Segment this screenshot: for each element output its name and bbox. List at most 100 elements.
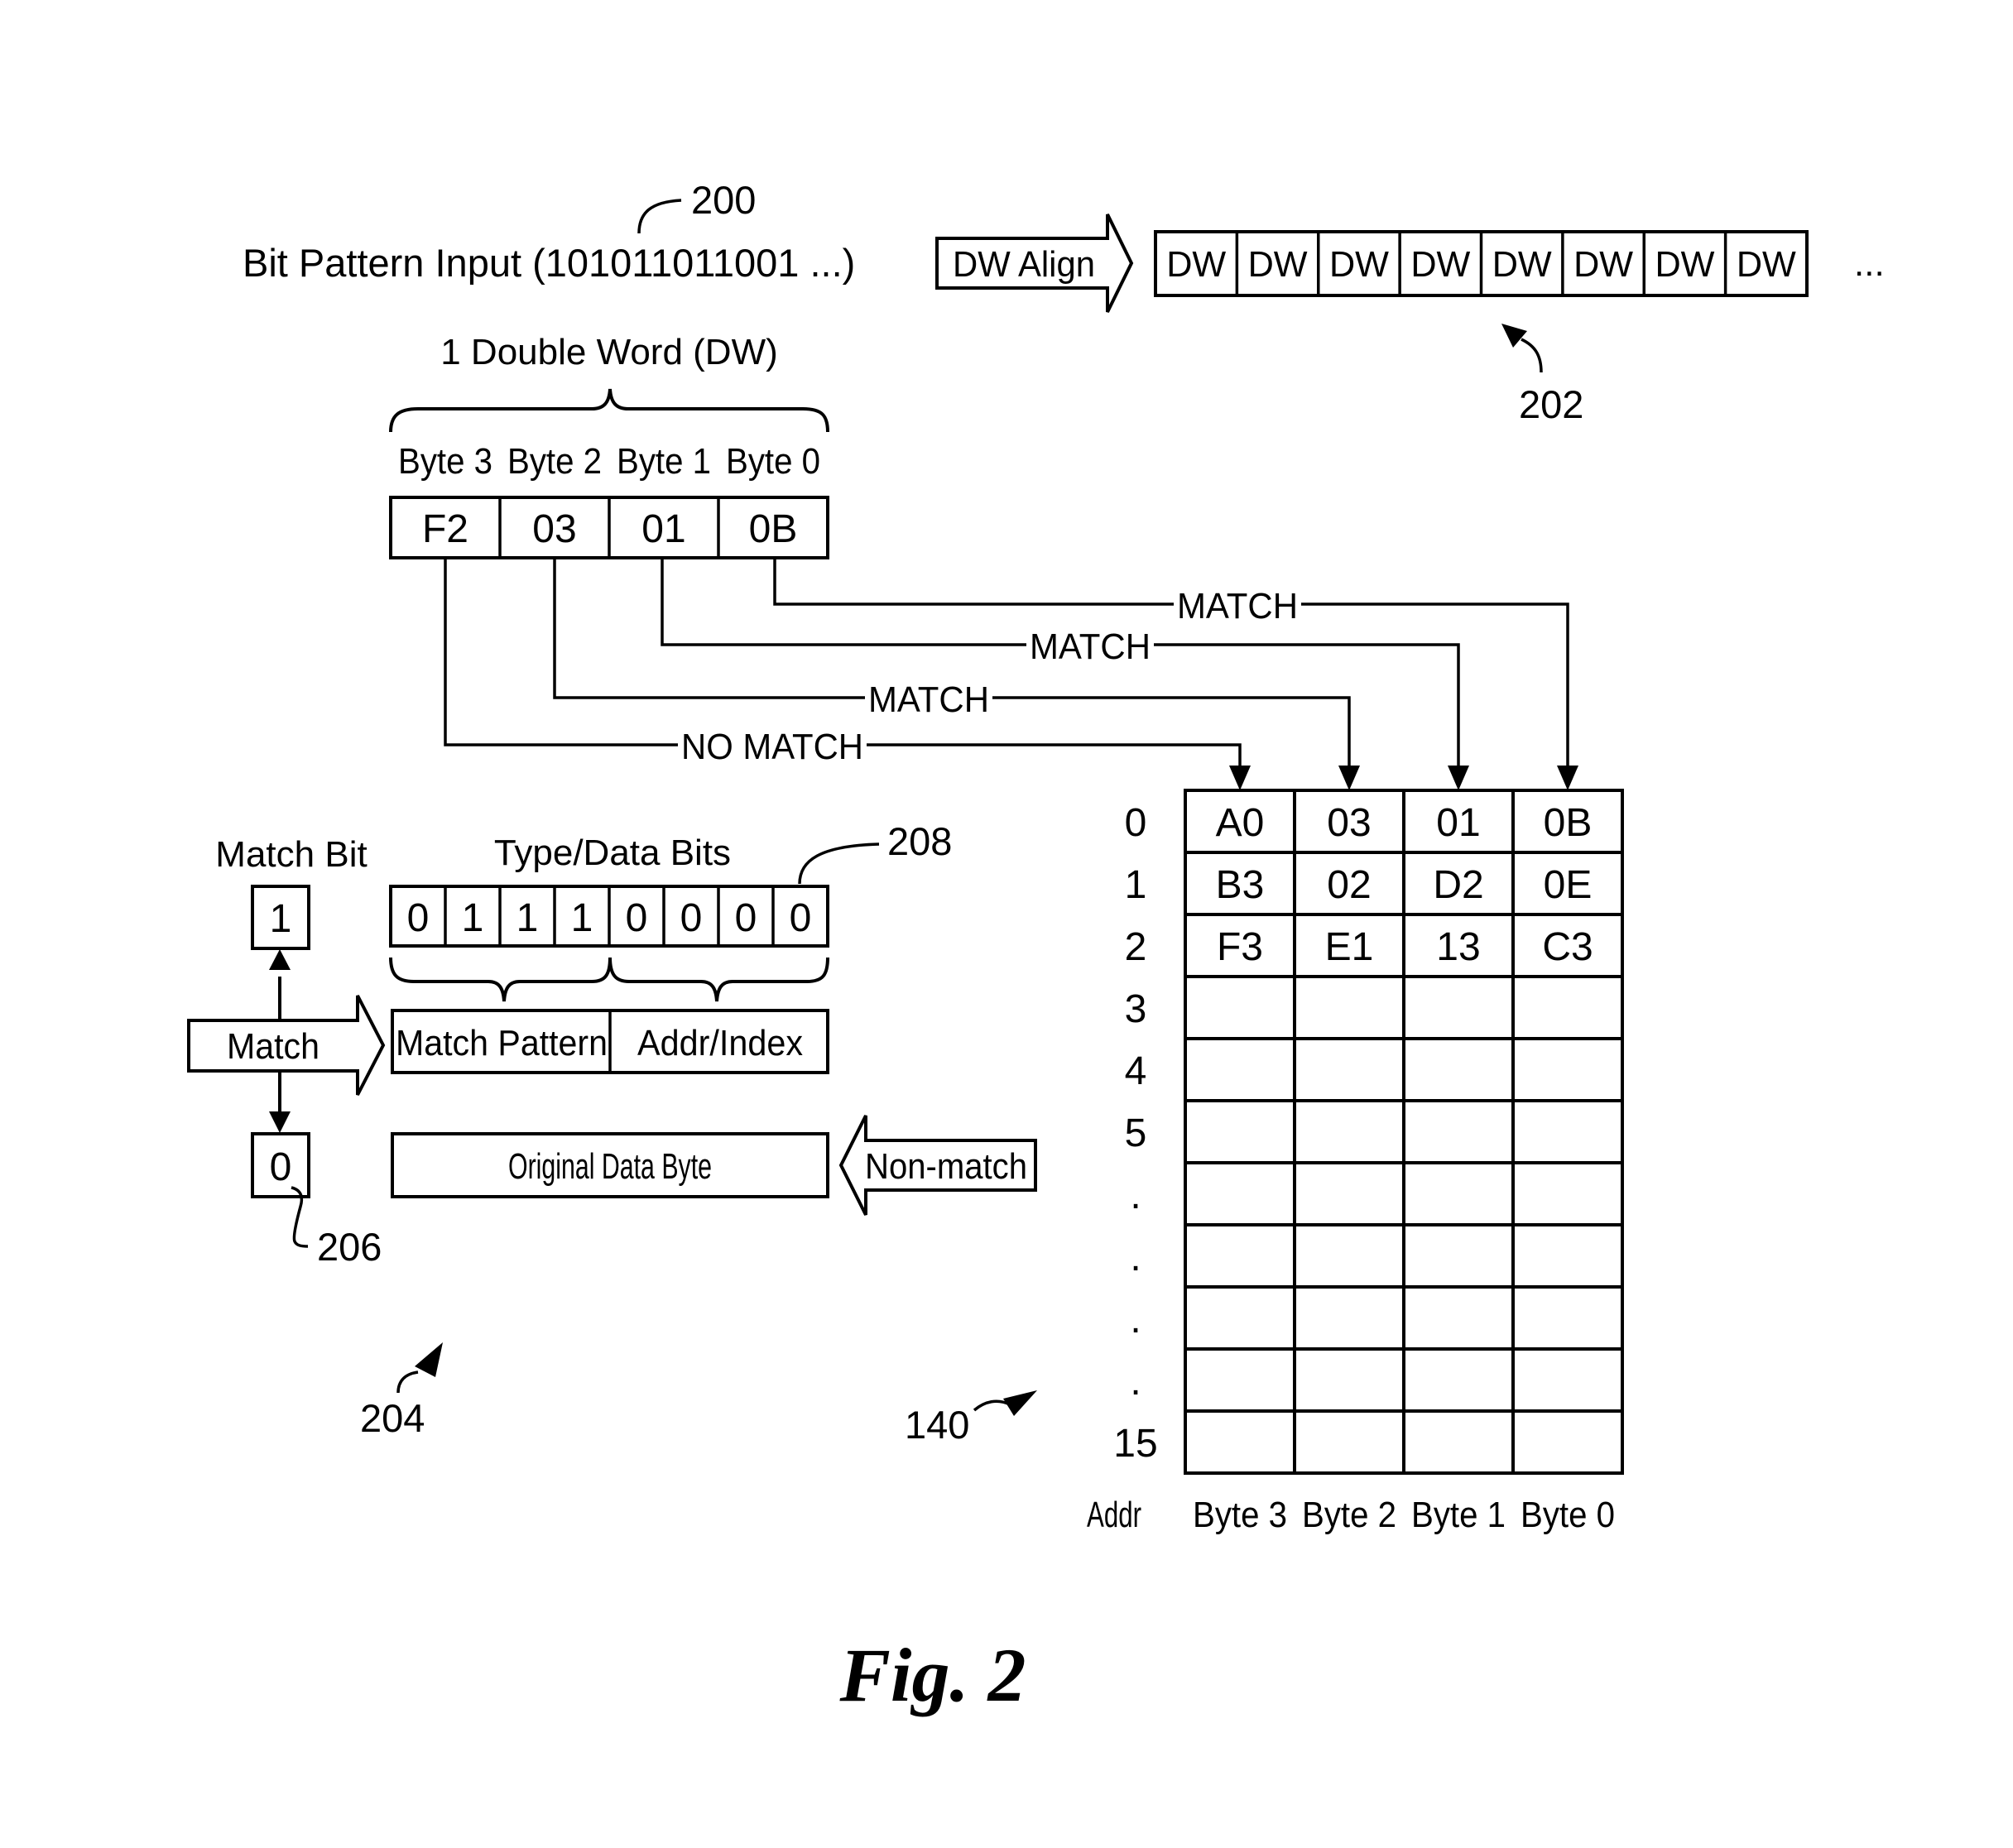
table-column-label: Byte 1 bbox=[1411, 1495, 1506, 1535]
table-row-label: . bbox=[1130, 1174, 1141, 1217]
match-result-label: MATCH bbox=[868, 679, 989, 720]
byte-label: Byte 1 bbox=[617, 441, 711, 482]
addr-index-brace bbox=[608, 957, 829, 1002]
connector-arrowhead-icon bbox=[1557, 766, 1578, 790]
match-arrow-label: Match bbox=[227, 1026, 319, 1067]
nonmatch-arrow-label: Non-match bbox=[865, 1146, 1027, 1187]
double-word-block: 1 Double Word (DW) Byte 3 Byte 2 Byte 1 Byt… bbox=[389, 332, 829, 559]
ref-204-label: 204 bbox=[360, 1396, 425, 1440]
table-row-label: 1 bbox=[1125, 863, 1147, 907]
up-arrowhead-icon bbox=[269, 949, 291, 970]
bit-value: 0 bbox=[407, 896, 430, 940]
table-row-label: 2 bbox=[1125, 925, 1147, 969]
match-result-label: MATCH bbox=[1177, 586, 1298, 626]
bit-value: 0 bbox=[626, 896, 648, 940]
table-cell: F3 bbox=[1217, 925, 1263, 969]
byte-value: 01 bbox=[641, 507, 685, 551]
table-cell: A0 bbox=[1216, 801, 1265, 845]
table-column-label: Addr bbox=[1087, 1495, 1141, 1535]
lookup-table: A0 03 01 0B B3 02 D2 0E F3 E1 13 C3 bbox=[1184, 789, 1624, 1475]
original-data-byte-label: Original Data Byte bbox=[508, 1146, 712, 1187]
byte-value: F2 bbox=[422, 507, 468, 551]
table-cell: D2 bbox=[1433, 863, 1483, 907]
table-cell: 02 bbox=[1327, 863, 1371, 907]
match-bit-title: Match Bit bbox=[215, 834, 367, 875]
ref-202-arrowhead-icon bbox=[1501, 324, 1527, 348]
bit-pattern-input: Bit Pattern Input (101011011001 ...) 200 bbox=[243, 178, 855, 285]
ref-202-leader bbox=[1521, 338, 1543, 373]
match-connector bbox=[773, 558, 1569, 770]
table-cell: C3 bbox=[1542, 925, 1593, 969]
ref-200-leader bbox=[637, 199, 682, 234]
ref-208-leader bbox=[798, 842, 880, 885]
dw-stream-continuation: ... bbox=[1854, 243, 1885, 284]
byte-label: Byte 0 bbox=[726, 441, 820, 482]
double-word-title: 1 Double Word (DW) bbox=[440, 332, 778, 372]
table-row-label: 15 bbox=[1113, 1422, 1157, 1466]
bit-value: 0 bbox=[790, 896, 812, 940]
bit-value: 1 bbox=[462, 896, 484, 940]
double-word-byte-labels: Byte 3 Byte 2 Byte 1 Byte 0 bbox=[398, 441, 820, 482]
match-result-label: MATCH bbox=[1030, 626, 1151, 667]
double-word-brace bbox=[389, 388, 829, 433]
figure-canvas: Bit Pattern Input (101011011001 ...) 200… bbox=[187, 178, 1885, 1717]
lookup-table-footer: Addr Byte 3 Byte 2 Byte 1 Byte 0 bbox=[1087, 1495, 1615, 1535]
table-row-label: 0 bbox=[1125, 801, 1147, 845]
table-row-label: 4 bbox=[1125, 1049, 1147, 1093]
connector-arrowhead-icon bbox=[1229, 766, 1251, 790]
dw-cell: DW bbox=[1410, 244, 1470, 285]
ref-140-arrowhead-icon bbox=[1003, 1390, 1037, 1416]
table-column-label: Byte 3 bbox=[1193, 1495, 1287, 1535]
table-row-label: . bbox=[1130, 1298, 1141, 1342]
figure-caption: Fig. 2 bbox=[839, 1633, 1026, 1717]
dw-cell: DW bbox=[1573, 244, 1633, 285]
dw-cell: DW bbox=[1166, 244, 1226, 285]
dw-cell: DW bbox=[1248, 244, 1308, 285]
down-arrowhead-icon bbox=[269, 1111, 291, 1133]
table-row-label: . bbox=[1130, 1236, 1141, 1279]
ref-140-leader bbox=[973, 1399, 1011, 1412]
addr-index-field: Addr/Index bbox=[637, 1023, 803, 1063]
dw-cell: DW bbox=[1329, 244, 1389, 285]
match-bit-value-0: 0 bbox=[270, 1145, 292, 1189]
match-bit-value-1: 1 bbox=[270, 897, 292, 941]
table-cell: 0B bbox=[1544, 801, 1593, 845]
lookup-table-row-labels: 0 1 2 3 4 5.... 15 bbox=[1113, 801, 1157, 1466]
match-result-label: NO MATCH bbox=[681, 727, 863, 767]
dw-align-arrow: DW Align bbox=[935, 214, 1134, 313]
ref-140: 140 bbox=[905, 1390, 1037, 1447]
dw-cell: DW bbox=[1737, 244, 1796, 285]
table-cell: 13 bbox=[1436, 925, 1480, 969]
bit-value: 1 bbox=[571, 896, 593, 940]
ref-140-label: 140 bbox=[905, 1403, 969, 1447]
dw-cell: DW bbox=[1492, 244, 1552, 285]
double-word-bytes: F2 03 01 0B bbox=[389, 496, 829, 559]
match-lines: MATCHMATCHMATCHNO MATCH bbox=[444, 558, 1578, 790]
match-pattern-brace bbox=[389, 957, 612, 1002]
ref-206-label: 206 bbox=[317, 1225, 382, 1269]
bit-value: 0 bbox=[680, 896, 703, 940]
byte-label: Byte 3 bbox=[398, 441, 492, 482]
table-cell: B3 bbox=[1216, 863, 1265, 907]
table-row-label: 3 bbox=[1125, 987, 1147, 1031]
type-data-bits: 01110000 bbox=[389, 885, 829, 948]
byte-value: 0B bbox=[749, 507, 798, 551]
table-cell: 03 bbox=[1327, 801, 1371, 845]
ref-202-label: 202 bbox=[1519, 382, 1583, 426]
dw-cell: DW bbox=[1655, 244, 1714, 285]
ref-204-leader bbox=[396, 1370, 419, 1394]
connector-arrowhead-icon bbox=[1448, 766, 1469, 790]
bit-pattern-input-label: Bit Pattern Input (101011011001 ...) bbox=[243, 241, 855, 285]
ref-202: 202 bbox=[1501, 324, 1583, 426]
encoding-block: Match Bit Type/Data Bits 208 1 0 Match 0… bbox=[187, 819, 1037, 1440]
type-data-bits-title: Type/Data Bits bbox=[494, 833, 731, 873]
table-cell: 01 bbox=[1436, 801, 1480, 845]
dw-align-label: DW Align bbox=[953, 244, 1095, 285]
ref-208-label: 208 bbox=[887, 819, 952, 863]
match-pattern-field: Match Pattern bbox=[396, 1023, 608, 1063]
byte-value: 03 bbox=[532, 507, 576, 551]
bit-value: 0 bbox=[735, 896, 757, 940]
byte-label: Byte 2 bbox=[507, 441, 602, 482]
bit-value: 1 bbox=[516, 896, 539, 940]
ref-204-arrowhead-icon bbox=[415, 1342, 443, 1377]
